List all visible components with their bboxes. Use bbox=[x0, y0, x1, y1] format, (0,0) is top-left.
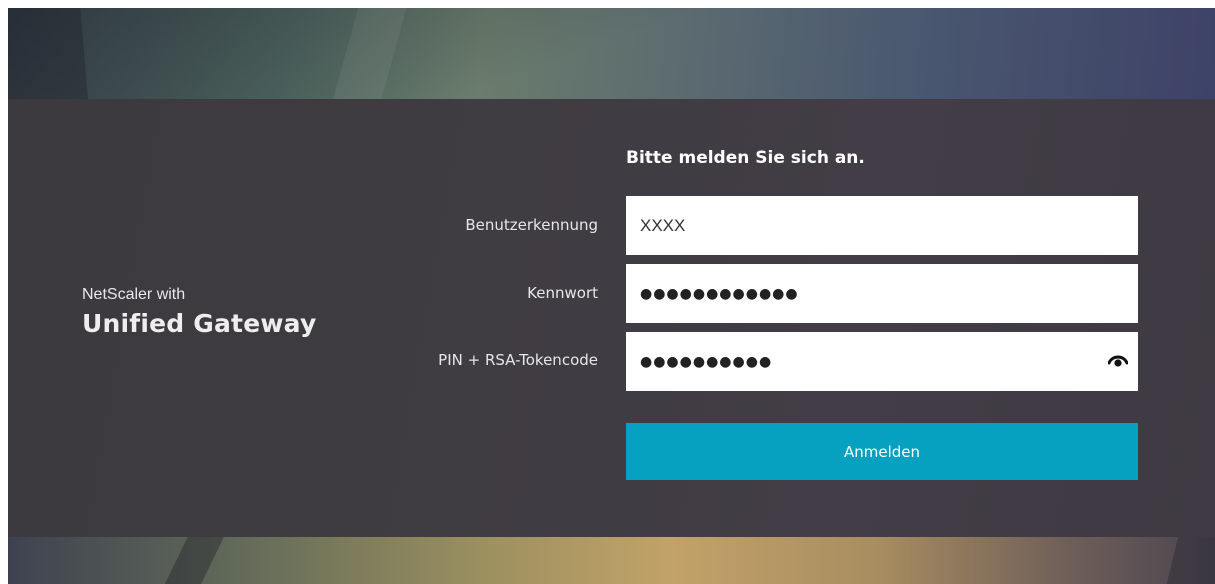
brand-title: Unified Gateway bbox=[82, 309, 317, 338]
eye-icon[interactable] bbox=[1107, 352, 1129, 368]
login-button[interactable]: Anmelden bbox=[626, 423, 1138, 480]
password-label: Kennwort bbox=[527, 284, 598, 302]
pin-label: PIN + RSA-Tokencode bbox=[438, 351, 598, 369]
username-value: XXXX bbox=[640, 215, 686, 235]
password-masked-value: ●●●●●●●●●●●● bbox=[640, 285, 799, 302]
brand-subtitle: NetScaler with bbox=[82, 286, 186, 303]
brand-logo-text: NetScaler with Unified Gateway bbox=[82, 286, 316, 338]
pin-input[interactable]: ●●●●●●●●●● bbox=[626, 332, 1138, 391]
username-label: Benutzerkennung bbox=[465, 216, 598, 234]
pin-masked-value: ●●●●●●●●●● bbox=[640, 353, 773, 370]
password-input[interactable]: ●●●●●●●●●●●● bbox=[626, 264, 1138, 323]
username-input[interactable]: XXXX bbox=[626, 196, 1138, 255]
form-title: Bitte melden Sie sich an. bbox=[626, 148, 865, 168]
